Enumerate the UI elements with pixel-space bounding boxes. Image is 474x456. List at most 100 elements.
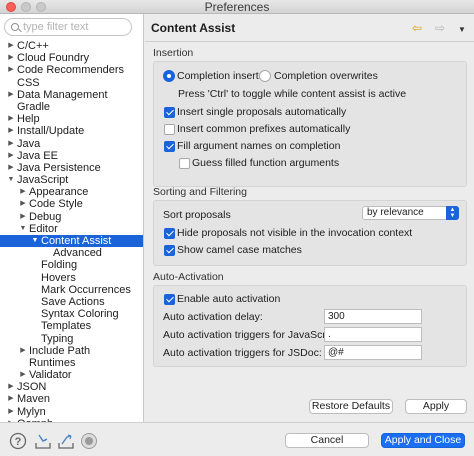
- tree-item-java-ee[interactable]: ▶ Java EE: [0, 150, 143, 162]
- tree-item-javascript[interactable]: ▼ JavaScript: [0, 174, 143, 186]
- apply-button[interactable]: Apply: [405, 399, 467, 414]
- tree-item-label: Code Recommenders: [17, 64, 124, 77]
- hide-proposals-checkbox[interactable]: [164, 228, 175, 239]
- tree-item-label: Templates: [41, 320, 92, 333]
- tree-item-typing[interactable]: Typing: [0, 333, 143, 345]
- chevron-right-icon[interactable]: ▶: [19, 345, 27, 357]
- sort-proposals-select[interactable]: by relevance ▲ ▼: [362, 206, 459, 220]
- js-triggers-label: Auto activation triggers for JavaScript:: [163, 329, 340, 341]
- guess-arguments-checkbox[interactable]: [179, 158, 190, 169]
- tree-item-label: C/C++: [17, 40, 49, 52]
- chevron-right-icon[interactable]: ▶: [19, 211, 27, 223]
- import-icon[interactable]: [34, 432, 52, 450]
- completion-overwrites-radio[interactable]: [259, 70, 271, 82]
- insert-prefixes-checkbox[interactable]: [164, 124, 175, 135]
- tree-item-mylyn[interactable]: ▶ Mylyn: [0, 406, 143, 418]
- export-icon[interactable]: [57, 432, 75, 450]
- tree-item-templates[interactable]: Templates: [0, 320, 143, 332]
- jsdoc-triggers-input[interactable]: @#: [324, 345, 422, 360]
- hide-proposals-label: Hide proposals not visible in the invoca…: [177, 227, 413, 239]
- tree-item-validator[interactable]: ▶ Validator: [0, 369, 143, 381]
- chevron-right-icon[interactable]: ▶: [7, 150, 15, 162]
- fill-arguments-checkbox[interactable]: [164, 141, 175, 152]
- tree-item-cloud-foundry[interactable]: ▶ Cloud Foundry: [0, 52, 143, 64]
- insert-single-checkbox[interactable]: [164, 107, 175, 118]
- restore-defaults-button[interactable]: Restore Defaults: [309, 399, 393, 414]
- chevron-right-icon[interactable]: ▶: [7, 52, 15, 64]
- chevron-right-icon[interactable]: ▶: [7, 381, 15, 393]
- chevron-right-icon[interactable]: ▶: [7, 393, 15, 405]
- tree-item-appearance[interactable]: ▶ Appearance: [0, 186, 143, 198]
- tree-item-folding[interactable]: Folding: [0, 259, 143, 271]
- tree-item-help[interactable]: ▶ Help: [0, 113, 143, 125]
- tree-item-label: Editor: [29, 222, 58, 235]
- tree-item-label: Java EE: [17, 149, 58, 162]
- enable-auto-activation-checkbox[interactable]: [164, 294, 175, 305]
- chevron-down-icon[interactable]: ▼: [31, 235, 39, 247]
- tree-item-save-actions[interactable]: Save Actions: [0, 296, 143, 308]
- chevron-right-icon[interactable]: ▶: [7, 40, 15, 52]
- preferences-sidebar: ▶C/C++▶Cloud Foundry▶Code RecommendersCS…: [0, 14, 144, 422]
- chevron-right-icon[interactable]: ▶: [7, 406, 15, 418]
- chevron-right-icon[interactable]: ▶: [7, 89, 15, 101]
- tree-item-mark-occurrences[interactable]: Mark Occurrences: [0, 284, 143, 296]
- tree-item-install-update[interactable]: ▶ Install/Update: [0, 125, 143, 137]
- fill-arguments-label: Fill argument names on completion: [177, 140, 341, 152]
- chevron-right-icon[interactable]: ▶: [7, 125, 15, 137]
- tree-item-java-persistence[interactable]: ▶ Java Persistence: [0, 162, 143, 174]
- help-icon[interactable]: ?: [9, 432, 27, 450]
- tree-item-maven[interactable]: ▶ Maven: [0, 393, 143, 405]
- tree-item-label: Syntax Coloring: [41, 308, 119, 321]
- tree-item-css[interactable]: CSS: [0, 77, 143, 89]
- tree-item-json[interactable]: ▶ JSON: [0, 381, 143, 393]
- tree-item-advanced[interactable]: Advanced: [0, 247, 143, 259]
- camel-case-checkbox[interactable]: [164, 245, 175, 256]
- tree-item-label: Advanced: [53, 247, 102, 260]
- completion-inserts-radio[interactable]: [163, 70, 175, 82]
- tree-item-debug[interactable]: ▶ Debug: [0, 211, 143, 223]
- tree-item-java[interactable]: ▶ Java: [0, 138, 143, 150]
- tree-item-runtimes[interactable]: Runtimes: [0, 357, 143, 369]
- insertion-group: Completion inserts Completion overwrites…: [153, 61, 467, 187]
- chevron-right-icon[interactable]: ▶: [19, 198, 27, 210]
- tree-item-code-recommenders[interactable]: ▶ Code Recommenders: [0, 64, 143, 76]
- tree-item-c-c-[interactable]: ▶ C/C++: [0, 40, 143, 52]
- tree-item-editor[interactable]: ▼ Editor: [0, 223, 143, 235]
- chevron-right-icon[interactable]: ▶: [7, 113, 15, 125]
- chevron-right-icon[interactable]: ▶: [7, 162, 15, 174]
- chevron-right-icon[interactable]: ▶: [7, 64, 15, 76]
- tree-item-syntax-coloring[interactable]: Syntax Coloring: [0, 308, 143, 320]
- record-icon[interactable]: [80, 432, 98, 450]
- tree-item-label: Folding: [41, 259, 78, 272]
- chevron-down-icon[interactable]: ▼: [19, 223, 27, 235]
- forward-arrow-icon[interactable]: ⇨: [435, 22, 445, 34]
- tree-item-label: Code Style: [29, 198, 83, 211]
- filter-input[interactable]: [23, 20, 127, 34]
- auto-activation-group-title: Auto-Activation: [153, 271, 224, 283]
- chevron-right-icon[interactable]: ▶: [7, 138, 15, 150]
- chevron-down-icon[interactable]: ▼: [7, 174, 15, 186]
- cancel-button[interactable]: Cancel: [285, 433, 369, 448]
- apply-and-close-button[interactable]: Apply and Close: [381, 433, 465, 448]
- tree-item-code-style[interactable]: ▶ Code Style: [0, 198, 143, 210]
- tree-item-hovers[interactable]: Hovers: [0, 272, 143, 284]
- tree-item-label: Cloud Foundry: [17, 52, 90, 65]
- camel-case-label: Show camel case matches: [177, 244, 302, 256]
- js-triggers-input[interactable]: .: [324, 327, 422, 342]
- tree-item-include-path[interactable]: ▶ Include Path: [0, 345, 143, 357]
- tree-item-gradle[interactable]: Gradle: [0, 101, 143, 113]
- tree-item-label: Debug: [29, 210, 62, 223]
- view-menu-icon[interactable]: ▼: [458, 24, 466, 36]
- chevron-right-icon[interactable]: ▶: [19, 369, 27, 381]
- tree-item-label: Include Path: [29, 344, 91, 357]
- chevron-right-icon[interactable]: ▶: [19, 186, 27, 198]
- tree-item-label: Maven: [17, 393, 51, 406]
- tree-item-label: JSON: [17, 381, 47, 394]
- preferences-tree: ▶ C/C++ ▶ Cloud Foundry ▶ Code Recommenders CS…: [0, 40, 143, 422]
- tree-item-content-assist[interactable]: ▼ Content Assist: [0, 235, 143, 248]
- page-title: Content Assist: [151, 21, 236, 35]
- filter-field[interactable]: [4, 18, 132, 36]
- tree-item-data-management[interactable]: ▶ Data Management: [0, 89, 143, 101]
- delay-input[interactable]: 300: [324, 309, 422, 324]
- back-arrow-icon[interactable]: ⇦: [412, 22, 422, 34]
